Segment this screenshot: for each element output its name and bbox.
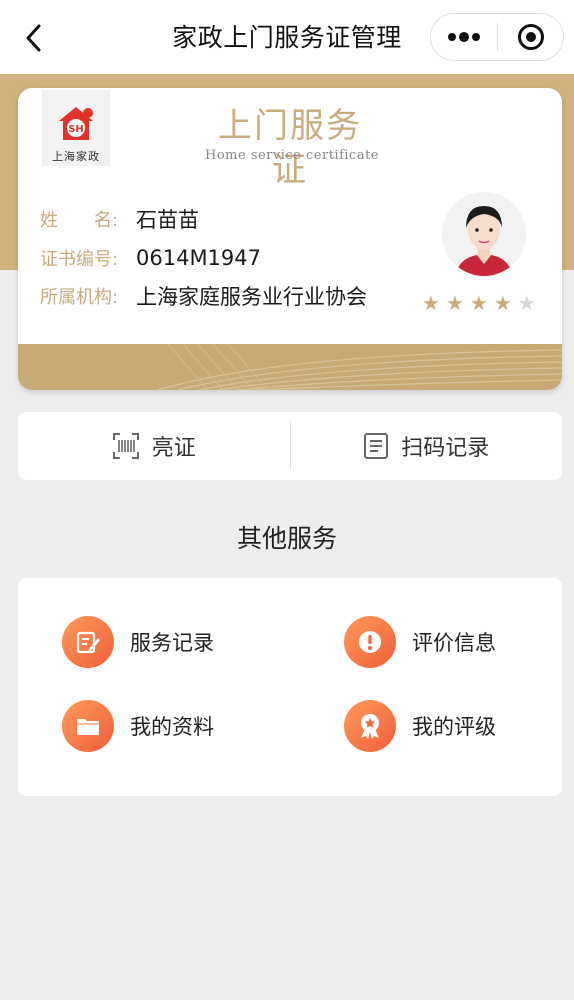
org-logo: SH 上海家政 <box>42 90 110 166</box>
svg-text:SH: SH <box>68 124 84 135</box>
more-dots-icon <box>448 32 480 42</box>
my-profile-label: 我的资料 <box>130 715 214 739</box>
nav-bar: 家政上门服务证管理 <box>0 0 574 74</box>
cert-number-label: 证书编号: <box>40 249 119 270</box>
scan-record-label: 扫码记录 <box>401 436 490 461</box>
barcode-scan-icon <box>112 433 139 459</box>
person-photo <box>442 192 526 276</box>
document-list-icon <box>364 433 389 459</box>
certificate-subtitle: Home service certificate <box>205 148 379 163</box>
close-miniprogram-button[interactable] <box>498 13 563 61</box>
my-rating-item[interactable]: 我的评级 <box>344 700 496 752</box>
name-value: 石苗苗 <box>136 208 199 232</box>
review-info-item[interactable]: 评价信息 <box>344 616 496 668</box>
cert-number-value: 0614M1947 <box>136 246 262 270</box>
organization-label: 所属机构: <box>40 287 119 308</box>
other-services-panel: 服务记录 评价信息 我的资料 我的评级 <box>18 578 562 796</box>
service-records-label: 服务记录 <box>130 631 214 655</box>
rating-stars: ★ ★ ★ ★ ★ <box>422 292 536 314</box>
service-certificate-card: SH 上海家政 上门服务证 Home service certificate 姓… <box>18 88 562 390</box>
wave-pattern-decoration <box>157 343 562 390</box>
folder-icon <box>62 700 114 752</box>
target-icon <box>517 24 544 50</box>
service-records-item[interactable]: 服务记录 <box>62 616 214 668</box>
star-filled-icon: ★ <box>422 291 440 315</box>
star-filled-icon: ★ <box>445 291 464 315</box>
exclamation-icon <box>344 616 396 668</box>
name-label: 姓 名: <box>40 210 119 231</box>
star-empty-icon: ★ <box>517 291 536 315</box>
house-logo-icon: SH <box>59 107 93 140</box>
scan-record-button[interactable]: 扫码记录 <box>291 412 563 480</box>
medal-icon <box>344 700 396 752</box>
avatar <box>442 192 526 276</box>
review-info-label: 评价信息 <box>412 631 496 655</box>
logo-text: 上海家政 <box>52 150 100 163</box>
star-filled-icon: ★ <box>469 291 488 315</box>
name-row: 姓 名: 石苗苗 <box>40 202 199 236</box>
show-certificate-label: 亮证 <box>151 436 196 461</box>
my-profile-item[interactable]: 我的资料 <box>62 700 214 752</box>
other-services-title: 其他服务 <box>236 524 337 553</box>
organization-row: 所属机构: 上海家庭服务业行业协会 <box>40 279 367 313</box>
show-certificate-button[interactable]: 亮证 <box>18 412 290 480</box>
organization-value: 上海家庭服务业行业协会 <box>136 285 367 309</box>
more-button[interactable] <box>431 13 497 61</box>
cert-number-row: 证书编号: 0614M1947 <box>40 241 261 275</box>
my-rating-label: 我的评级 <box>412 715 496 739</box>
card-decorative-strip <box>18 343 562 390</box>
miniprogram-capsule <box>430 13 564 61</box>
certificate-actions: 亮证 扫码记录 <box>18 412 562 480</box>
edit-icon <box>62 616 114 668</box>
star-filled-icon: ★ <box>493 291 512 315</box>
